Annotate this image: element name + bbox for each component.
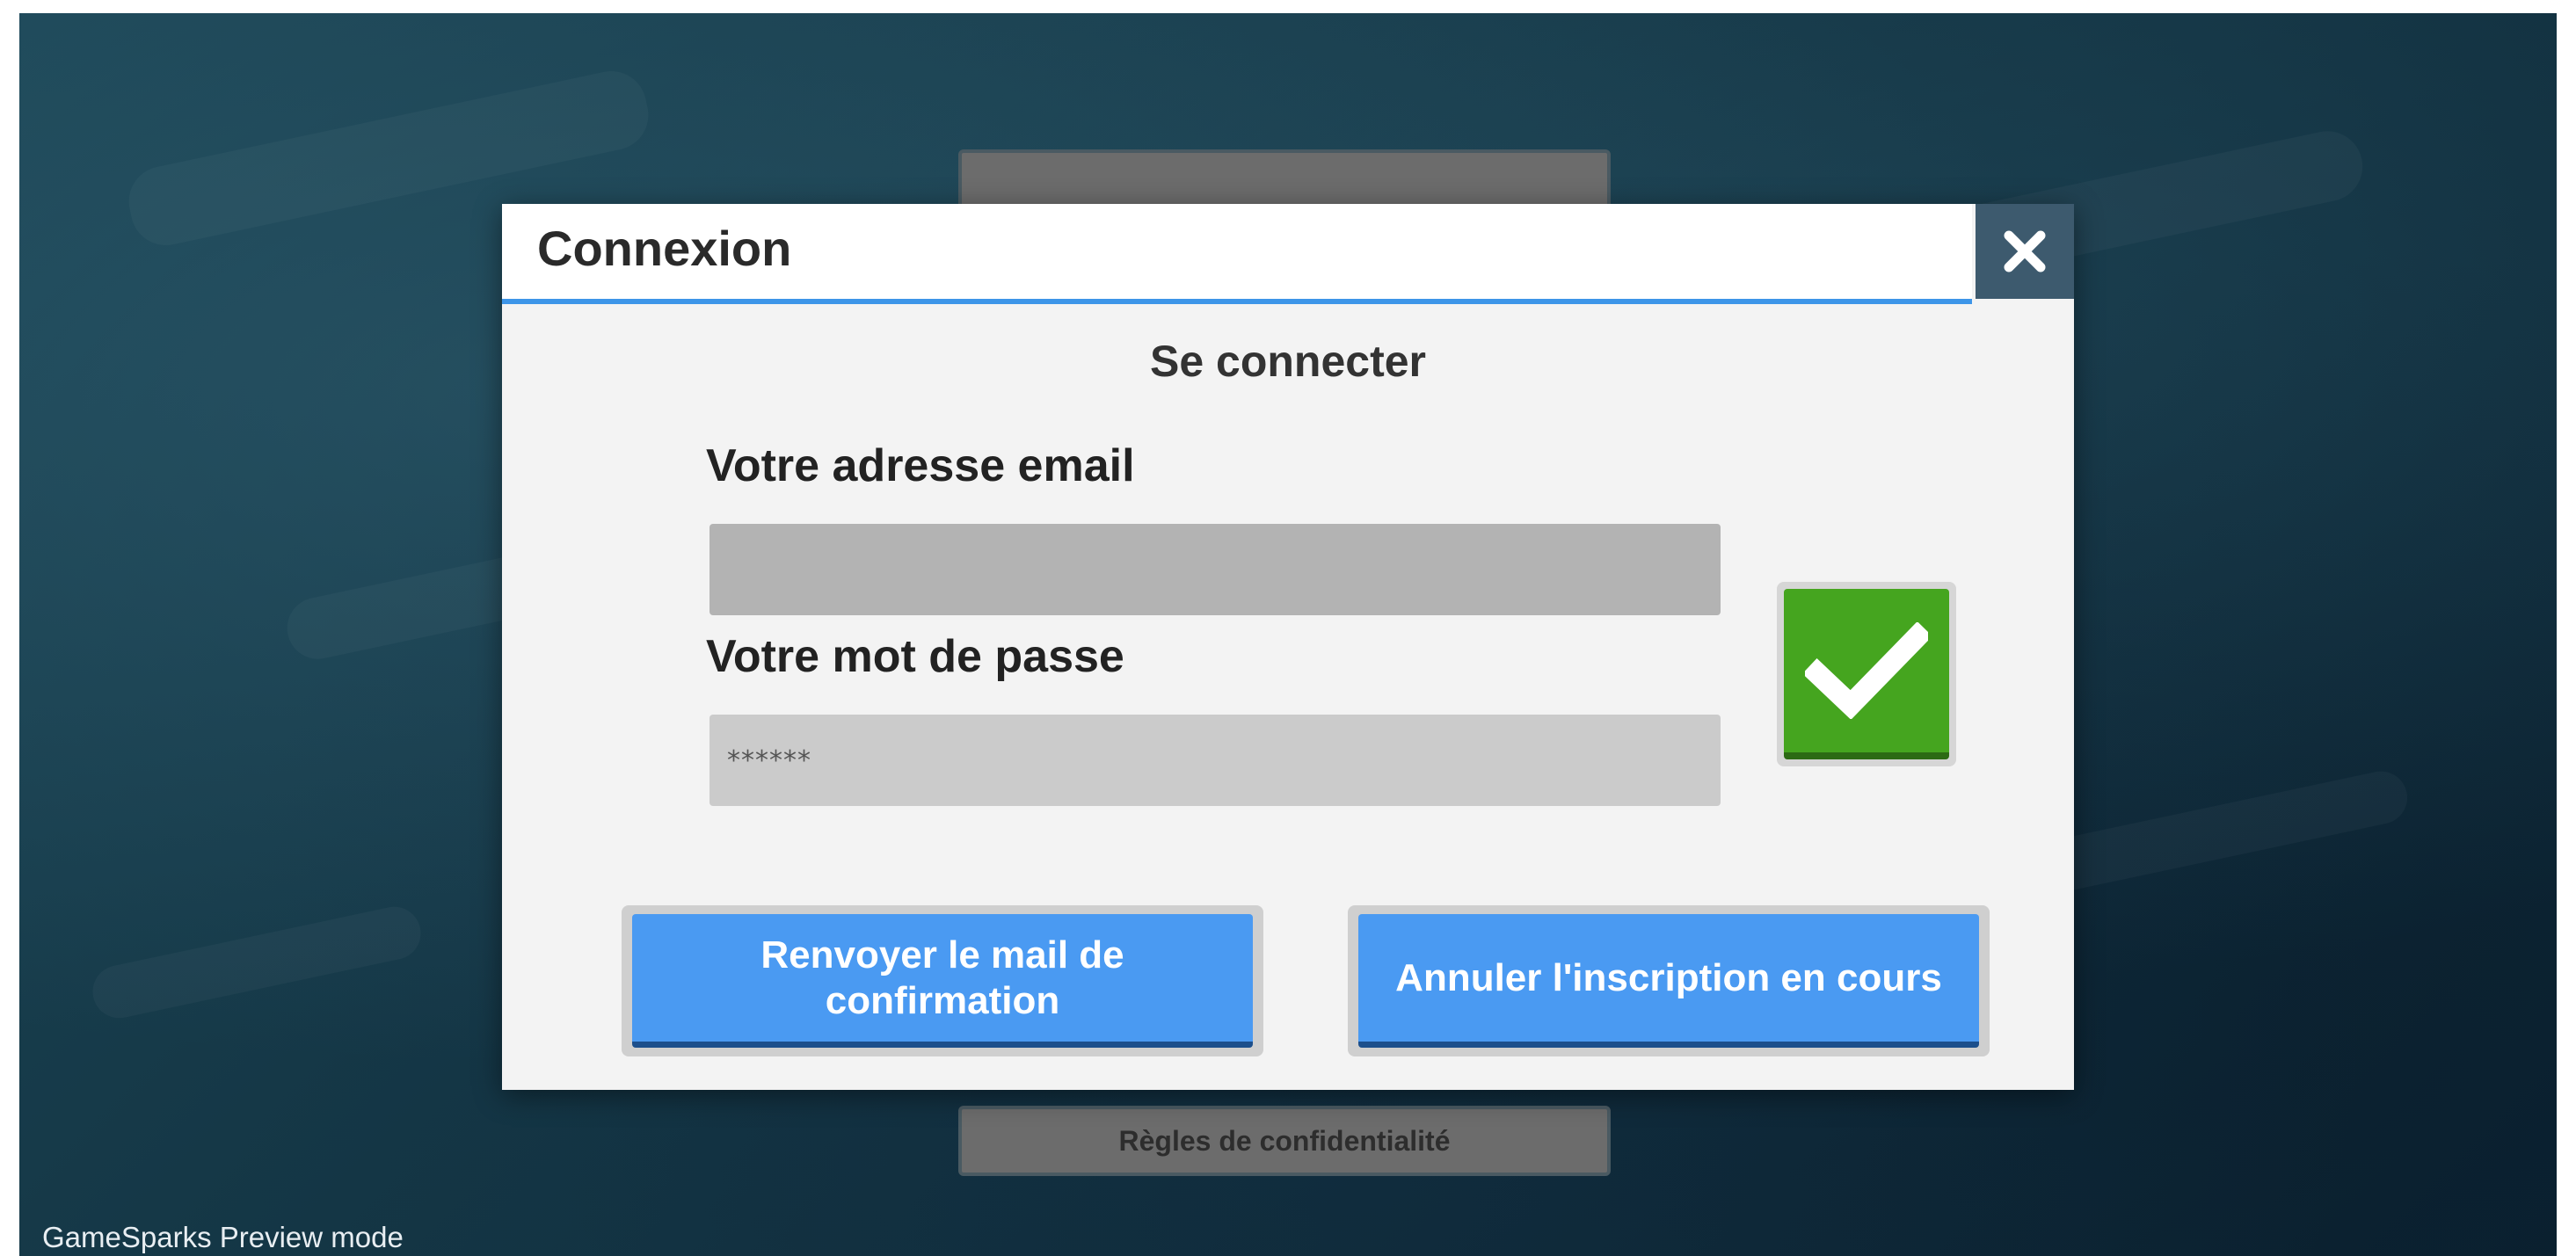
game-background: Règles de confidentialité GameSparks Pre… (19, 13, 2557, 1256)
confirm-button-face (1784, 589, 1949, 759)
privacy-rules-label: Règles de confidentialité (1118, 1124, 1451, 1157)
cancel-signup-label: Annuler l'inscription en cours (1358, 914, 1979, 1048)
dialog-title: Connexion (537, 221, 792, 276)
resend-confirmation-button[interactable]: Renvoyer le mail de confirmation (622, 905, 1263, 1056)
dialog-header: Connexion (502, 204, 1972, 304)
close-icon (2004, 230, 2046, 272)
privacy-rules-button[interactable]: Règles de confidentialité (958, 1106, 1611, 1176)
email-field[interactable] (709, 524, 1721, 615)
login-dialog: Connexion Se connecter Votre adresse ema… (502, 204, 2074, 1090)
password-label: Votre mot de passe (706, 631, 1124, 682)
confirm-button[interactable] (1777, 582, 1956, 766)
preview-mode-label: GameSparks Preview mode (42, 1221, 404, 1253)
password-field[interactable] (709, 715, 1721, 806)
checkmark-icon (1805, 622, 1928, 719)
dialog-subtitle: Se connecter (1149, 337, 1426, 386)
cancel-signup-button[interactable]: Annuler l'inscription en cours (1348, 905, 1990, 1056)
resend-confirmation-label: Renvoyer le mail de confirmation (632, 914, 1253, 1048)
close-button[interactable] (1976, 204, 2074, 299)
email-label: Votre adresse email (706, 440, 1135, 491)
